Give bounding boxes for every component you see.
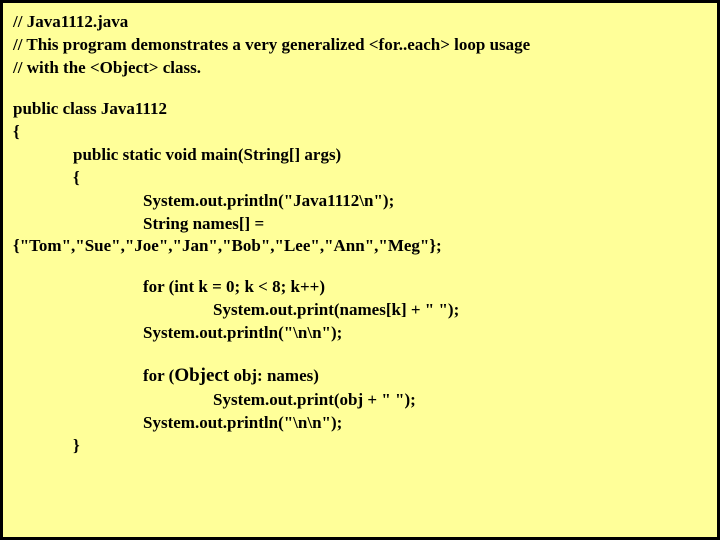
println-newlines-1: System.out.println("\n\n");: [13, 322, 707, 345]
for-each-loop: for (Object obj: names): [13, 363, 707, 389]
println-header: System.out.println("Java1112\n");: [13, 190, 707, 213]
main-method: public static void main(String[] args): [13, 144, 707, 167]
close-brace-main: }: [13, 435, 707, 458]
blank-line: [13, 345, 707, 363]
open-brace-class: {: [13, 121, 707, 144]
blank-line: [13, 80, 707, 98]
println-newlines-2: System.out.println("\n\n");: [13, 412, 707, 435]
comment-desc-2: // with the <Object> class.: [13, 57, 707, 80]
comment-filename: // Java1112.java: [13, 11, 707, 34]
class-declaration: public class Java1112: [13, 98, 707, 121]
code-slide: // Java1112.java // This program demonst…: [0, 0, 720, 540]
for-loop-classic: for (int k = 0; k < 8; k++): [13, 276, 707, 299]
comment-desc-1: // This program demonstrates a very gene…: [13, 34, 707, 57]
array-values: {"Tom","Sue","Joe","Jan","Bob","Lee","An…: [13, 235, 707, 258]
blank-line: [13, 258, 707, 276]
print-names-k: System.out.print(names[k] + " ");: [13, 299, 707, 322]
print-obj: System.out.print(obj + " ");: [13, 389, 707, 412]
open-brace-main: {: [13, 167, 707, 190]
array-declaration: String names[] =: [13, 213, 707, 236]
object-keyword: Object: [174, 365, 229, 386]
